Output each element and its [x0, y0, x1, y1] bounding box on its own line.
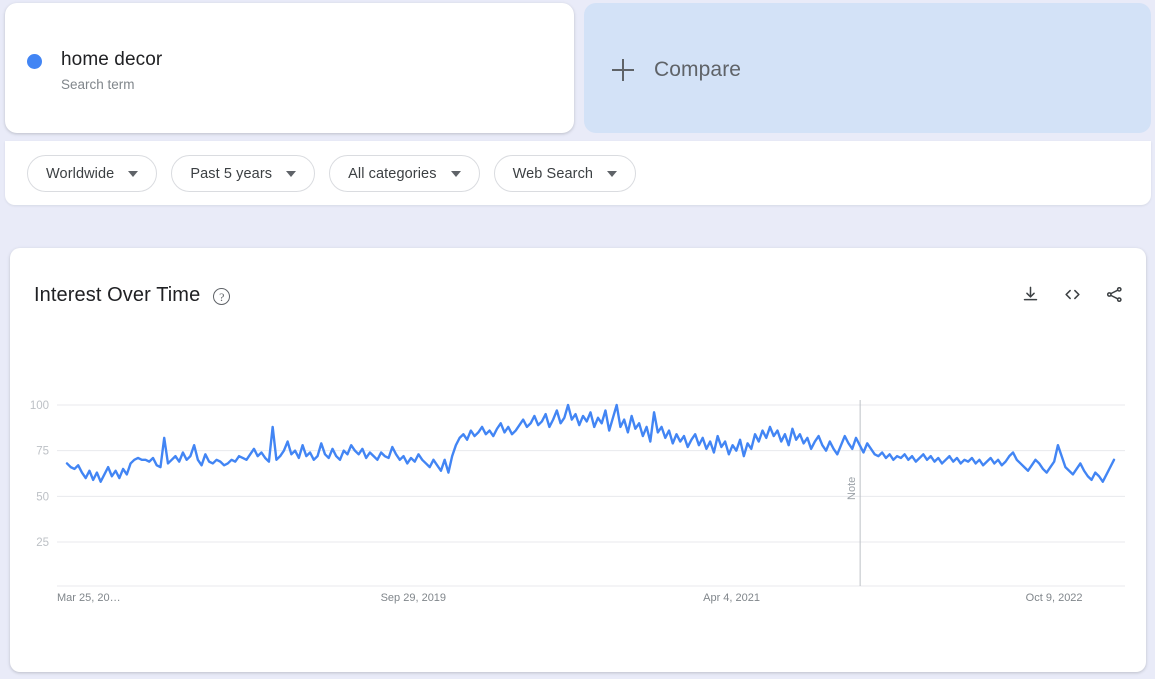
filter-bar: Worldwide Past 5 years All categories We… — [5, 141, 1151, 205]
search-term-type: Search term — [61, 77, 135, 92]
compare-content: Compare — [612, 58, 741, 82]
x-axis-tick-label: Apr 4, 2021 — [703, 592, 760, 604]
series-color-dot — [27, 54, 42, 69]
google-trends-page: home decor Search term Compare Worldwide… — [0, 0, 1155, 679]
chevron-down-icon — [607, 170, 618, 177]
trend-line — [65, 403, 1116, 483]
filter-chip-search-type[interactable]: Web Search — [493, 155, 637, 192]
download-icon[interactable] — [1021, 285, 1040, 309]
y-axis-tick-label: 25 — [36, 537, 49, 549]
filter-chip-category-label: All categories — [348, 165, 437, 182]
chevron-down-icon — [286, 170, 297, 177]
interest-over-time-card: Interest Over Time ? 100 75 50 25 Mar 25… — [10, 248, 1146, 672]
chart-action-group — [1021, 285, 1124, 309]
filter-chip-location-label: Worldwide — [46, 165, 115, 182]
help-icon[interactable]: ? — [213, 288, 231, 305]
compare-card[interactable]: Compare — [584, 3, 1151, 133]
y-axis-tick-label: 50 — [36, 491, 49, 503]
x-axis-tick-label: Oct 9, 2022 — [1026, 592, 1083, 604]
plus-icon — [612, 59, 634, 81]
filter-chip-search-type-label: Web Search — [512, 165, 594, 182]
page-title: Interest Over Time — [34, 284, 201, 306]
filter-chip-group: Worldwide Past 5 years All categories We… — [27, 155, 637, 192]
note-annotation-label: Note — [846, 477, 858, 500]
chart-title-group: Interest Over Time ? — [34, 284, 231, 307]
chart-header: Interest Over Time ? — [34, 284, 1124, 314]
filter-chip-time-range[interactable]: Past 5 years — [171, 155, 316, 192]
x-axis-tick-label: Mar 25, 20… — [57, 592, 121, 604]
compare-label: Compare — [654, 58, 742, 81]
y-axis-tick-label: 100 — [30, 400, 49, 412]
chevron-down-icon — [128, 170, 139, 177]
filter-chip-location[interactable]: Worldwide — [27, 155, 158, 192]
embed-icon[interactable] — [1062, 285, 1083, 309]
x-axis-tick-label: Sep 29, 2019 — [381, 592, 446, 604]
search-term-label: home decor — [61, 49, 163, 70]
query-row: home decor Search term Compare — [5, 3, 1151, 135]
search-term-card[interactable]: home decor Search term — [5, 3, 574, 133]
y-axis-tick-label: 75 — [36, 446, 49, 458]
filter-chip-time-range-label: Past 5 years — [190, 165, 273, 182]
search-term-content: home decor Search term — [27, 47, 162, 94]
share-icon[interactable] — [1105, 285, 1124, 309]
chevron-down-icon — [450, 170, 461, 177]
search-term-texts: home decor Search term — [61, 47, 162, 94]
filter-chip-category[interactable]: All categories — [329, 155, 480, 192]
